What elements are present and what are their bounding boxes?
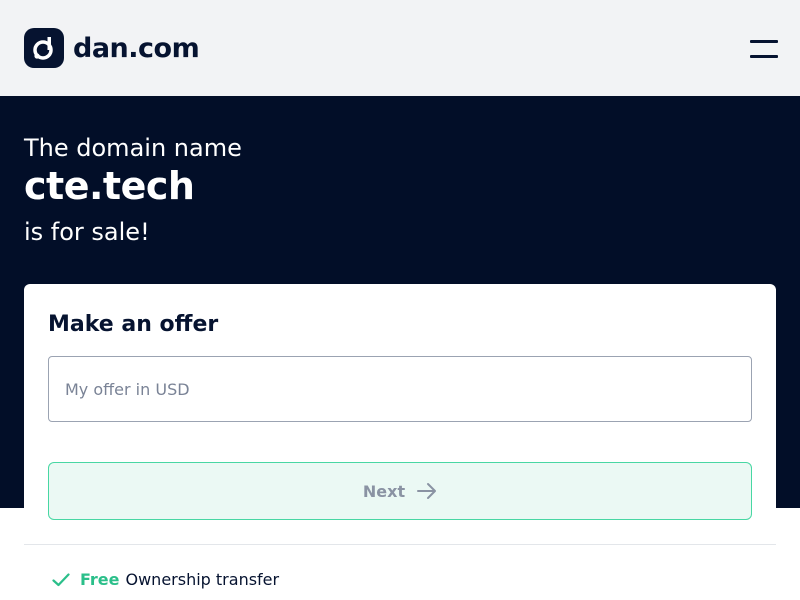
benefit-text: Ownership transfer [125, 570, 280, 589]
next-button[interactable]: Next [48, 462, 752, 520]
hero-post-text: is for sale! [24, 218, 150, 246]
logo[interactable]: dan.com [24, 28, 200, 68]
benefit-highlight: Free [80, 570, 120, 589]
next-button-label: Next [362, 481, 406, 501]
domain-name: cte.tech [24, 164, 195, 208]
site-header: dan.com [0, 0, 800, 96]
hamburger-menu-icon[interactable] [750, 40, 778, 60]
benefit-item: Free Ownership transfer [52, 570, 279, 589]
divider [24, 544, 776, 545]
offer-title: Make an offer [48, 312, 219, 337]
dan-logo-icon [24, 28, 64, 68]
check-icon [52, 572, 70, 586]
arrow-right-icon [417, 483, 437, 499]
hero-pre-text: The domain name [24, 134, 242, 162]
offer-card: Make an offer Next Free Ownership transf… [24, 284, 776, 600]
logo-text: dan.com [73, 32, 200, 64]
offer-input[interactable] [48, 356, 752, 422]
